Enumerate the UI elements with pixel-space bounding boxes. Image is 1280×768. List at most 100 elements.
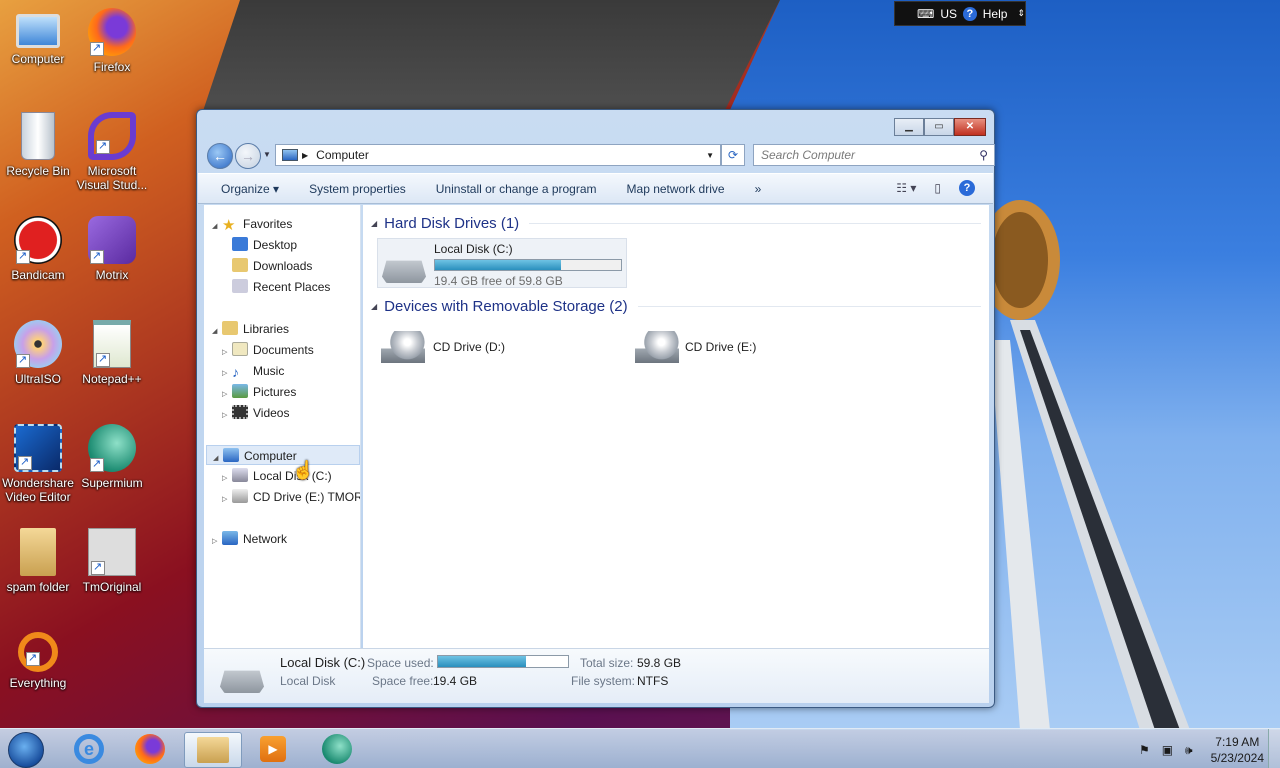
drive-local-disk-c[interactable]: Local Disk (C:) 19.4 GB free of 59.8 GB bbox=[377, 238, 627, 288]
desktop-icon-everything[interactable]: Everything bbox=[0, 632, 76, 690]
taskbar-internet-explorer[interactable]: e bbox=[64, 732, 114, 768]
file-system-value: NTFS bbox=[637, 674, 669, 688]
taskbar-supermium[interactable] bbox=[312, 732, 362, 768]
change-view-icon[interactable]: ☷ ▾ bbox=[896, 181, 916, 195]
cd-drive-icon bbox=[232, 489, 248, 503]
desktop-icon-wondershare[interactable]: Wondershare Video Editor bbox=[0, 424, 76, 504]
desktop-icon-supermium[interactable]: Supermium bbox=[74, 424, 150, 490]
help-label[interactable]: Help bbox=[983, 7, 1008, 21]
desktop-icon-label: Firefox bbox=[93, 60, 131, 74]
desktop-icon-bandicam[interactable]: Bandicam bbox=[0, 216, 76, 282]
drive-usage-fill bbox=[435, 260, 561, 270]
desktop-icon-tmoriginal[interactable]: TmOriginal bbox=[74, 528, 150, 594]
map-network-drive-button[interactable]: Map network drive bbox=[627, 182, 725, 196]
action-center-flag-icon[interactable]: ⚑ bbox=[1139, 743, 1150, 757]
nav-local-disk-c[interactable]: ▷ Local Disk (C:) bbox=[222, 466, 332, 486]
recent-places-icon bbox=[232, 279, 248, 293]
desktop-icon-spam-folder[interactable]: spam folder bbox=[0, 528, 76, 594]
language-bar[interactable]: ⌨ US ? Help ⇕ bbox=[894, 1, 1026, 26]
preview-pane-icon[interactable]: ▯ bbox=[934, 181, 941, 195]
close-button[interactable]: ✕ bbox=[954, 118, 986, 136]
clock[interactable]: 7:19 AM 5/23/2024 bbox=[1211, 734, 1264, 766]
nav-downloads[interactable]: Downloads bbox=[232, 256, 312, 276]
minimize-button[interactable]: ▁ bbox=[894, 118, 924, 136]
more-commands-button[interactable]: » bbox=[755, 182, 762, 196]
help-icon[interactable]: ? bbox=[959, 180, 975, 196]
desktop-icon-label: Motrix bbox=[95, 268, 129, 282]
desktop-icon bbox=[232, 237, 248, 251]
nav-libraries[interactable]: ◢ Libraries bbox=[212, 319, 289, 339]
address-dropdown-icon[interactable]: ▼ bbox=[706, 151, 714, 160]
maximize-button[interactable]: ▭ bbox=[924, 118, 954, 136]
nav-desktop[interactable]: Desktop bbox=[232, 235, 297, 255]
nav-videos[interactable]: ▷ Videos bbox=[222, 403, 289, 423]
start-button[interactable] bbox=[8, 732, 44, 768]
group-removable-storage[interactable]: ◢ Devices with Removable Storage (2) bbox=[371, 298, 981, 315]
nav-computer[interactable]: ◢ Computer bbox=[206, 445, 360, 465]
supermium-icon bbox=[322, 734, 352, 764]
desktop-icon-ultraiso[interactable]: UltraISO bbox=[0, 320, 76, 386]
desktop-icon-label: Recycle Bin bbox=[6, 164, 70, 178]
nav-documents[interactable]: ▷ Documents bbox=[222, 340, 314, 360]
desktop-icon-recycle-bin[interactable]: Recycle Bin bbox=[0, 112, 76, 178]
videos-icon bbox=[232, 405, 248, 419]
nav-cd-drive-e[interactable]: ▷ CD Drive (E:) TMORI bbox=[222, 487, 360, 507]
group-hard-disk-drives[interactable]: ◢ Hard Disk Drives (1) bbox=[371, 215, 981, 232]
group-header: Devices with Removable Storage (2) bbox=[384, 298, 628, 315]
wondershare-video-editor-icon bbox=[14, 424, 62, 472]
volume-icon[interactable]: 🕪 bbox=[1185, 743, 1193, 758]
desktop-icon-visual-studio[interactable]: Microsoft Visual Stud... bbox=[74, 112, 150, 192]
show-desktop-button[interactable] bbox=[1268, 729, 1280, 768]
nav-music[interactable]: ▷ ♪ Music bbox=[222, 361, 284, 381]
nav-recent-places[interactable]: Recent Places bbox=[232, 277, 330, 297]
keyboard-icon: ⌨ bbox=[917, 6, 935, 21]
refresh-button[interactable]: ⟳ bbox=[721, 144, 745, 166]
total-size-value: 59.8 GB bbox=[637, 656, 682, 670]
firefox-icon bbox=[135, 734, 165, 764]
desktop-icon-computer[interactable]: Computer bbox=[0, 8, 76, 66]
desktop-icon-notepadpp[interactable]: Notepad++ bbox=[74, 320, 150, 386]
taskbar-firefox[interactable] bbox=[125, 732, 175, 768]
group-header: Hard Disk Drives (1) bbox=[384, 215, 520, 232]
organize-button[interactable]: Organize ▾ bbox=[221, 182, 279, 196]
explorer-window[interactable]: ▁ ▭ ✕ ← → ▼ ▶ Computer ▼ ⟳ Search Comput… bbox=[196, 109, 995, 708]
desktop-icon-label: Microsoft Visual Stud... bbox=[76, 164, 148, 192]
supermium-icon bbox=[88, 424, 136, 472]
taskbar-media-player[interactable]: ▶ bbox=[248, 732, 298, 768]
drive-cd-d[interactable]: CD Drive (D:) bbox=[377, 327, 617, 373]
desktop-icon-motrix[interactable]: Motrix bbox=[74, 216, 150, 282]
desktop-icon-firefox[interactable]: Firefox bbox=[74, 8, 150, 74]
network-tray-icon[interactable]: ▣ bbox=[1162, 743, 1173, 757]
search-icon[interactable]: ⚲ bbox=[979, 145, 988, 165]
hand-cursor-icon: ☝ bbox=[292, 460, 315, 480]
recent-pages-dropdown-icon[interactable]: ▼ bbox=[263, 150, 271, 159]
nav-favorites[interactable]: ◢ ★ Favorites bbox=[212, 214, 292, 234]
cd-drive-icon bbox=[381, 331, 425, 363]
space-used-bar bbox=[437, 655, 569, 668]
star-icon: ★ bbox=[222, 217, 236, 234]
breadcrumb-separator-icon[interactable]: ▶ bbox=[302, 151, 308, 160]
help-icon: ? bbox=[963, 6, 977, 21]
uninstall-program-button[interactable]: Uninstall or change a program bbox=[436, 182, 597, 196]
language-label[interactable]: US bbox=[940, 7, 957, 21]
address-bar[interactable]: ▶ Computer ▼ bbox=[275, 144, 721, 166]
details-drive-name: Local Disk (C:) bbox=[280, 655, 366, 670]
options-arrow-icon[interactable]: ⇕ bbox=[1017, 8, 1025, 19]
firefox-icon bbox=[88, 8, 136, 56]
ultraiso-icon bbox=[14, 320, 62, 368]
taskbar: e ▶ ⚑ ▣ 🕪 7:19 AM 5/23/2024 bbox=[0, 728, 1280, 768]
nav-pictures[interactable]: ▷ Pictures bbox=[222, 382, 296, 402]
taskbar-explorer[interactable] bbox=[184, 732, 242, 768]
system-properties-button[interactable]: System properties bbox=[309, 182, 406, 196]
visual-studio-icon bbox=[88, 112, 136, 160]
notepadpp-icon bbox=[93, 320, 131, 368]
nav-network[interactable]: ▷ Network bbox=[212, 529, 287, 549]
command-bar: Organize ▾ System properties Uninstall o… bbox=[198, 173, 993, 204]
back-button[interactable]: ← bbox=[207, 143, 233, 169]
search-input[interactable]: Search Computer ⚲ bbox=[753, 144, 995, 166]
drive-cd-e[interactable]: CD Drive (E:) bbox=[631, 327, 871, 373]
forward-button[interactable]: → bbox=[235, 143, 261, 169]
drive-label: CD Drive (E:) bbox=[685, 340, 757, 354]
breadcrumb-computer[interactable]: Computer bbox=[316, 148, 369, 162]
desktop-icon-label: Notepad++ bbox=[82, 372, 142, 386]
